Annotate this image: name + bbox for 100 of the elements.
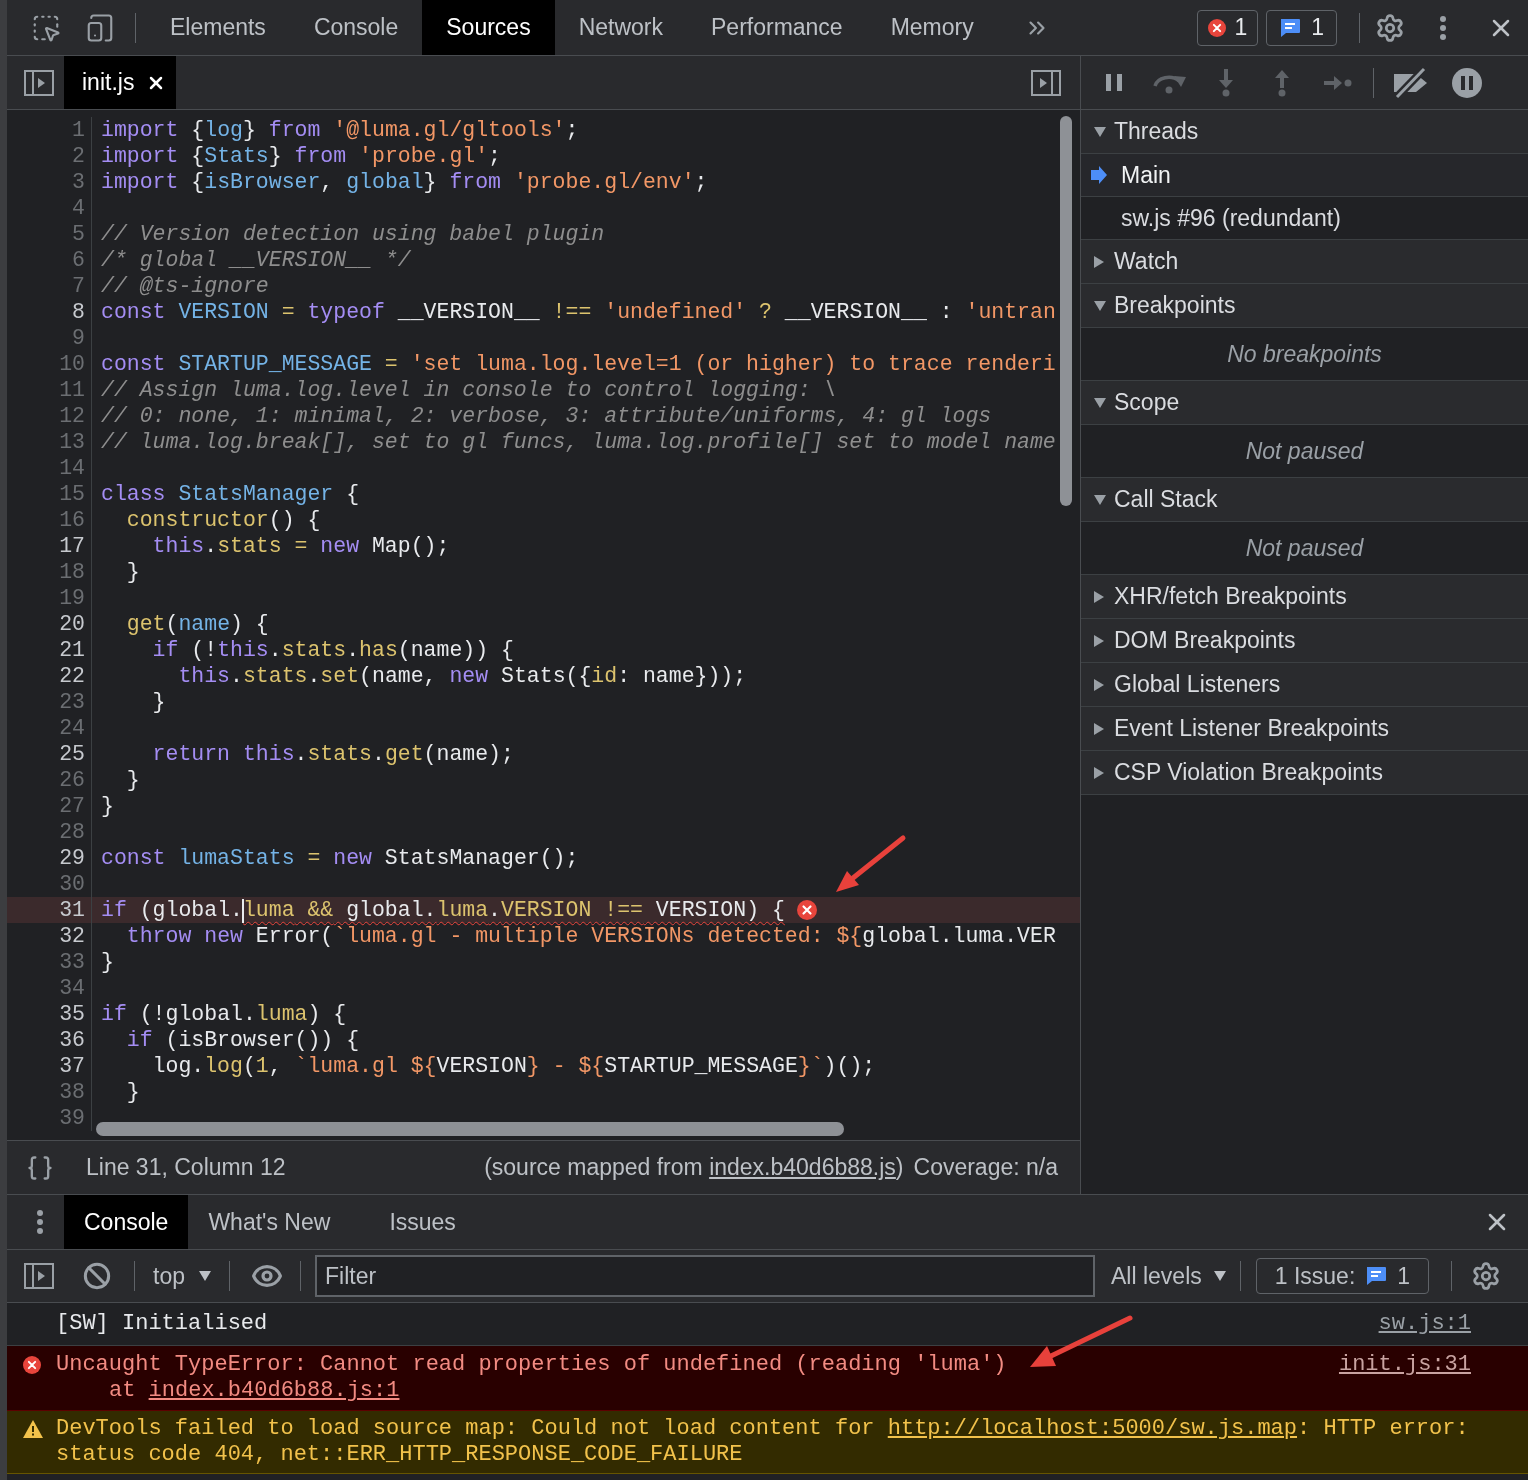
clear-icon	[83, 1262, 111, 1290]
code-line: throw new Error(`luma.gl - multiple VERSIONs detected: ${global.luma.VER	[125, 923, 1056, 949]
triangle-down-icon	[1213, 1271, 1226, 1281]
settings-icon	[1471, 1261, 1502, 1291]
console-message-text: [SW] Initialised	[56, 1311, 269, 1337]
log-levels-dropdown[interactable]: All levels	[1111, 1256, 1226, 1296]
line-number: 33	[59, 949, 85, 975]
line-number: 15	[59, 481, 85, 507]
panel-tab[interactable]: Sources	[422, 0, 555, 55]
horizontal-scrollbar-thumb[interactable]	[96, 1122, 844, 1136]
triangle-right-icon	[1094, 590, 1104, 603]
line-number: 21	[59, 637, 85, 663]
section-header[interactable]: CSP Violation Breakpoints	[1081, 751, 1528, 795]
code-line: if (!this.stats.has(name)) {	[151, 637, 514, 663]
url-link[interactable]: http://localhost:5000/sw.js.map	[887, 1416, 1298, 1441]
code-line: import {isBrowser, global} from 'probe.gl/env';	[101, 169, 708, 195]
panel-tab[interactable]: Performance	[687, 0, 867, 55]
code-line: // 0: none, 1: minimal, 2: verbose, 3: attribute/uniforms, 4: gl logs	[101, 403, 992, 429]
line-number: 13	[59, 429, 85, 455]
issues-button[interactable]: 1 Issue: 1	[1255, 1258, 1430, 1294]
line-number: 37	[59, 1053, 85, 1079]
code-line: }	[101, 793, 114, 819]
source-location-link[interactable]: init.js:31	[1338, 1352, 1471, 1377]
source-location-link[interactable]: sw.js:1	[1378, 1311, 1471, 1336]
line-number: 17	[59, 533, 85, 559]
panel-tab[interactable]: Network	[554, 0, 687, 55]
code-line: log.log(1, `luma.gl ${VERSION} - ${STARTUP_MESSAGE}`)();	[151, 1053, 876, 1079]
code-line: constructor() {	[125, 507, 321, 533]
line-number: 18	[59, 559, 85, 585]
panel-tab[interactable]: Memory	[866, 0, 998, 55]
line-number: 31	[59, 897, 85, 923]
triangle-right-icon	[1094, 722, 1104, 735]
stack-frame-text: at index.b40d6b88.js:1	[108, 1378, 400, 1404]
empty-state-text: Not paused	[1245, 436, 1364, 466]
panel-tab[interactable]: Elements	[146, 0, 290, 55]
error-count-badge[interactable]: 1	[1197, 9, 1259, 46]
section-header[interactable]: Call Stack	[1081, 478, 1528, 522]
message-count-badge[interactable]: 1	[1266, 9, 1337, 46]
error-icon	[23, 1356, 41, 1374]
file-tab[interactable]: init.js	[64, 56, 177, 109]
panel-tab[interactable]: Console	[289, 0, 423, 55]
section-header[interactable]: DOM Breakpoints	[1081, 619, 1528, 663]
code-line: // luma.log.break[], set to gl funcs, luma.log.profile[] set to model name	[101, 429, 1056, 455]
section-header[interactable]: Watch	[1081, 240, 1528, 284]
step-icon	[1324, 74, 1352, 91]
line-number: 24	[59, 715, 85, 741]
context-selector[interactable]: top	[151, 1256, 213, 1296]
toggle-console-sidebar-button[interactable]	[23, 1260, 55, 1292]
line-number: 34	[59, 975, 85, 1001]
console-message-text: DevTools failed to load source map: Could not load content for http://localhost:5000/sw.js.map: HTTP error: status code 404, net::ERR_HTTP_RESPONSE_CODE_FAILURE	[56, 1416, 1470, 1468]
line-number: 14	[59, 455, 85, 481]
code-line: get(name) {	[125, 611, 269, 637]
triangle-down-icon	[1094, 300, 1106, 311]
message-icon	[1365, 1266, 1388, 1286]
code-line: }	[125, 1079, 140, 1105]
line-number: 32	[59, 923, 85, 949]
code-line: if (!global.luma) {	[101, 1001, 347, 1027]
thread-item[interactable]: Main	[1081, 154, 1528, 197]
vertical-scrollbar-thumb[interactable]	[1060, 116, 1072, 506]
line-number: 9	[72, 325, 85, 351]
section-header[interactable]: Threads	[1081, 110, 1528, 154]
step-into-icon	[1218, 68, 1234, 97]
section-header[interactable]: Event Listener Breakpoints	[1081, 707, 1528, 751]
cursor-position: Line 31, Column 12	[86, 1153, 286, 1183]
section-header[interactable]: Global Listeners	[1081, 663, 1528, 707]
code-line: }	[125, 767, 140, 793]
code-line: // Version detection using babel plugin	[101, 221, 605, 247]
triangle-down-icon	[1094, 126, 1106, 137]
line-number: 4	[72, 195, 85, 221]
drawer-tab[interactable]: What's New	[188, 1195, 351, 1249]
source-file-link[interactable]: index.b40d6b88.js	[709, 1154, 896, 1181]
code-line: }	[151, 689, 166, 715]
empty-state-text: Not paused	[1245, 533, 1364, 563]
filter-field[interactable]: Filter	[315, 1255, 1095, 1297]
triangle-down-icon	[1094, 397, 1106, 408]
device-icon	[85, 12, 115, 43]
section-header[interactable]: Breakpoints	[1081, 284, 1528, 328]
kebab-icon	[37, 1210, 43, 1234]
annotation-arrow	[836, 835, 906, 892]
triangle-down-icon	[199, 1271, 211, 1281]
line-number: 39	[59, 1105, 85, 1131]
section-header[interactable]: XHR/fetch Breakpoints	[1081, 575, 1528, 619]
line-number: 7	[72, 273, 85, 299]
code-line: if (global.luma && global.luma.VERSION !== VERSION) {	[101, 897, 785, 923]
code-line: this.stats = new Map();	[151, 533, 450, 559]
pause-icon	[1105, 74, 1123, 91]
triangle-right-icon	[1094, 678, 1104, 691]
code-line: /* global __VERSION__ */	[101, 247, 411, 273]
code-line: const STARTUP_MESSAGE = 'set luma.log.level=1 (or higher) to trace renderi	[101, 351, 1056, 377]
kebab-icon	[1440, 15, 1446, 40]
line-number: 6	[72, 247, 85, 273]
line-number: 16	[59, 507, 85, 533]
stack-frame-link[interactable]: index.b40d6b88.js:1	[148, 1378, 400, 1403]
section-header[interactable]: Scope	[1081, 381, 1528, 425]
braces-icon	[26, 1153, 54, 1182]
drawer-tab[interactable]: Console	[64, 1195, 189, 1249]
clear-console-button[interactable]	[81, 1260, 113, 1292]
code-line: import {log} from '@luma.gl/gltools';	[101, 117, 579, 143]
line-number: 26	[59, 767, 85, 793]
drawer-tab[interactable]: Issues	[369, 1195, 476, 1249]
